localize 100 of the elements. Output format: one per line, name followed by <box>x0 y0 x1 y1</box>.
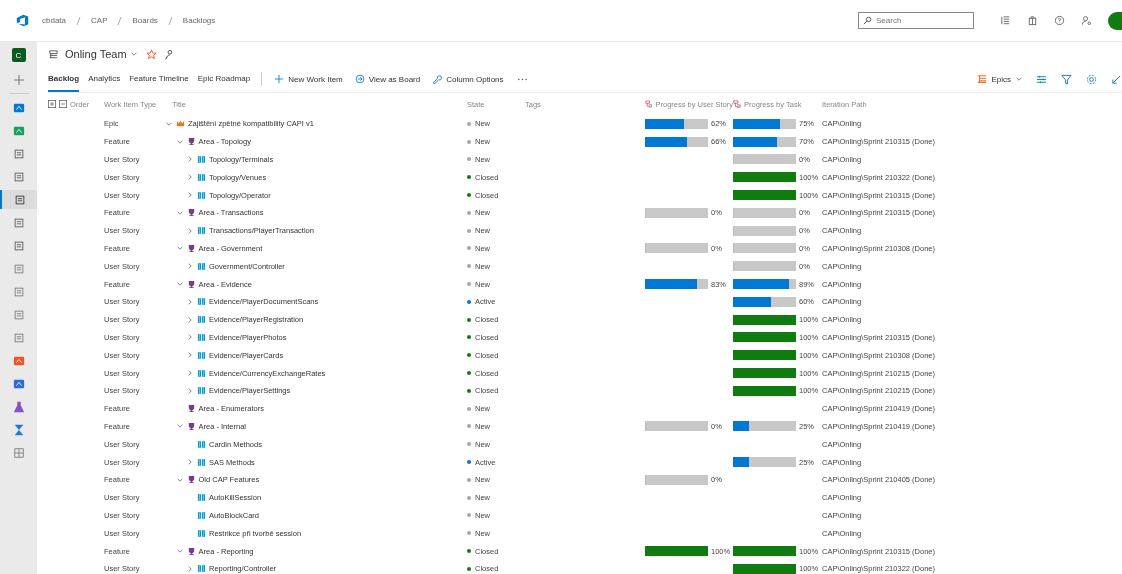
list-icon[interactable] <box>12 262 25 275</box>
chevron-down-icon <box>1015 75 1023 83</box>
progress-bar <box>733 279 796 290</box>
collapse-chevron-icon[interactable] <box>175 422 184 431</box>
hourglass-icon[interactable] <box>12 423 25 436</box>
settings-icon[interactable] <box>1086 73 1097 85</box>
book-icon <box>197 457 206 467</box>
expand-chevron-icon[interactable] <box>186 226 194 235</box>
progress-bar <box>645 421 708 432</box>
expand-chevron-icon[interactable] <box>186 297 194 306</box>
list-icon[interactable] <box>12 147 25 160</box>
backlog-icon <box>48 48 59 60</box>
book-icon <box>197 226 206 236</box>
star-icon[interactable] <box>145 48 157 60</box>
collapse-chevron-icon[interactable] <box>175 280 184 289</box>
team-picker[interactable]: Onling Team <box>65 48 138 60</box>
backlog-level-picker[interactable]: Epics <box>971 74 1029 84</box>
expand-chevron-icon[interactable] <box>186 262 194 271</box>
expand-chevron-icon[interactable] <box>186 564 194 573</box>
toolbar-button[interactable]: View as Board <box>348 74 427 84</box>
filter-icon[interactable] <box>1061 73 1072 85</box>
expand-all-icon[interactable] <box>48 100 56 108</box>
progress-bar <box>733 172 796 183</box>
expand-chevron-icon[interactable] <box>186 333 194 342</box>
app-icon[interactable] <box>12 354 25 367</box>
tab[interactable]: Feature Timeline <box>129 66 189 92</box>
progress-bar <box>645 136 708 147</box>
progress-bar <box>645 207 708 218</box>
book-icon <box>197 528 206 538</box>
book-icon <box>197 172 206 182</box>
list-icon[interactable] <box>13 193 26 206</box>
search-field[interactable]: Search <box>858 12 974 29</box>
plus-icon[interactable] <box>12 73 25 86</box>
progress-bar <box>733 421 796 432</box>
tab[interactable]: Epic Roadmap <box>197 66 251 92</box>
plus-icon <box>274 74 285 84</box>
progress-bar <box>733 563 796 574</box>
expand-chevron-icon[interactable] <box>186 386 194 395</box>
expand-chevron-icon[interactable] <box>186 315 194 324</box>
logo-icon[interactable] <box>16 14 29 27</box>
progress-bar <box>733 457 796 468</box>
rollup-icon <box>645 100 653 108</box>
list-icon[interactable] <box>12 239 25 252</box>
grid-icon[interactable] <box>12 446 25 459</box>
app-icon[interactable] <box>12 124 25 137</box>
project-avatar[interactable]: C <box>11 48 26 62</box>
breadcrumb-link[interactable]: CAP <box>91 16 108 25</box>
progress-bar <box>733 225 796 236</box>
list-icon[interactable] <box>12 170 25 183</box>
progress-bar <box>733 243 796 254</box>
trophy-icon <box>186 404 196 414</box>
user-settings-icon[interactable] <box>1081 15 1092 26</box>
wrench-icon <box>432 74 443 84</box>
collapse-chevron-icon[interactable] <box>175 547 184 555</box>
trophy-icon <box>186 279 196 289</box>
flask-icon[interactable] <box>12 400 25 413</box>
progress-bar <box>733 154 796 165</box>
progress-bar <box>645 243 708 254</box>
progress-bar <box>733 350 796 361</box>
collapse-all-icon[interactable] <box>59 100 67 108</box>
app-icon[interactable] <box>12 101 25 114</box>
progress-bar <box>645 118 708 129</box>
trophy-icon <box>186 546 196 556</box>
help-icon[interactable] <box>1054 15 1065 26</box>
expand-icon[interactable] <box>1111 73 1122 85</box>
expand-chevron-icon[interactable] <box>186 458 194 467</box>
toolbar-button[interactable]: New Work Item <box>268 74 349 84</box>
expand-chevron-icon[interactable] <box>186 191 194 200</box>
progress-bar <box>733 314 796 325</box>
collapse-chevron-icon[interactable] <box>175 244 184 253</box>
breadcrumb-link[interactable]: cbdata <box>42 16 67 25</box>
list-icon[interactable] <box>1000 15 1011 26</box>
view-options-icon[interactable] <box>1036 73 1047 85</box>
list-icon[interactable] <box>12 285 25 298</box>
book-icon <box>197 386 206 396</box>
bag-icon[interactable] <box>1027 15 1038 26</box>
breadcrumb-link[interactable]: Backlogs <box>182 16 216 25</box>
breadcrumb-link[interactable]: Boards <box>132 16 158 25</box>
progress-bar <box>733 118 796 129</box>
book-icon <box>197 368 206 378</box>
book-icon <box>197 261 206 271</box>
toolbar-button[interactable]: Column Options <box>426 74 510 84</box>
list-icon[interactable] <box>12 331 25 344</box>
expand-chevron-icon[interactable] <box>186 351 194 360</box>
tab[interactable]: Backlog <box>48 66 80 92</box>
tab[interactable]: Analytics <box>88 66 121 92</box>
expand-chevron-icon[interactable] <box>186 369 194 378</box>
trophy-icon <box>186 421 196 431</box>
progress-bar <box>733 385 796 396</box>
list-icon[interactable] <box>12 308 25 321</box>
book-icon <box>197 315 206 325</box>
app-icon[interactable] <box>12 377 25 390</box>
expand-chevron-icon[interactable] <box>186 173 194 182</box>
list-icon[interactable] <box>12 216 25 229</box>
progress-bar <box>733 190 796 201</box>
arrow-circle-icon <box>354 74 365 84</box>
expand-chevron-icon[interactable] <box>186 155 194 164</box>
user-avatar[interactable] <box>1108 11 1122 30</box>
progress-bar <box>733 261 796 272</box>
progress-bar <box>645 474 708 485</box>
